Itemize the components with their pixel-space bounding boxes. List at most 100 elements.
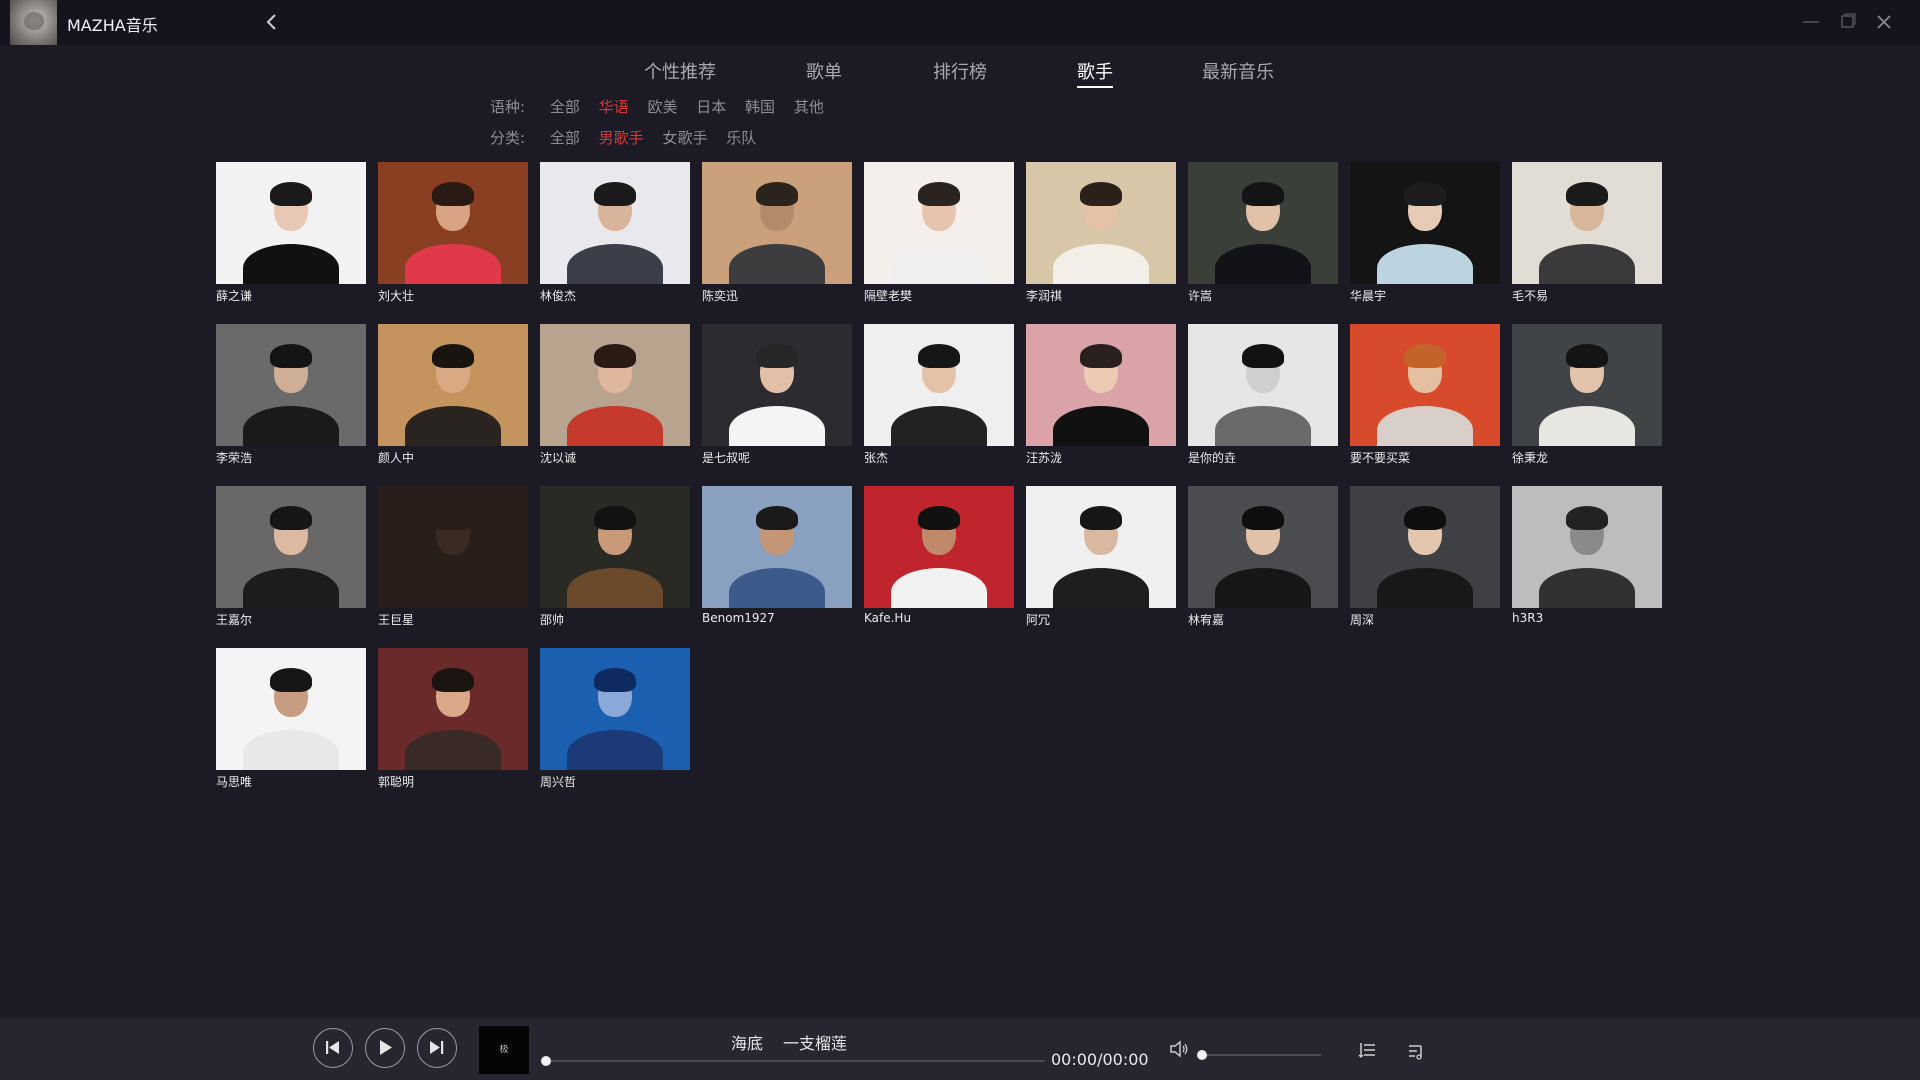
artist-name[interactable]: 许嵩 (1188, 287, 1338, 304)
artist-name[interactable]: 毛不易 (1512, 287, 1662, 304)
artist-name[interactable]: 薛之谦 (216, 287, 366, 304)
artist-card[interactable]: 郭聪明 (378, 648, 528, 789)
artist-photo[interactable] (216, 324, 366, 446)
artist-photo[interactable] (1512, 324, 1662, 446)
previous-track-button[interactable] (313, 1028, 353, 1068)
language-option-other[interactable]: 其他 (794, 96, 824, 117)
artist-card[interactable]: 汪苏泷 (1026, 324, 1176, 466)
artist-photo[interactable] (540, 324, 690, 446)
artist-photo[interactable] (1026, 162, 1176, 284)
volume-knob[interactable] (1197, 1050, 1207, 1060)
artist-card[interactable]: 李荣浩 (216, 324, 366, 466)
artist-card[interactable]: 毛不易 (1512, 162, 1662, 304)
artist-photo[interactable] (540, 486, 690, 608)
artist-card[interactable]: 周兴哲 (540, 648, 690, 790)
artist-photo[interactable] (540, 162, 690, 284)
artist-photo[interactable] (1512, 486, 1662, 608)
maximize-icon[interactable] (1834, 8, 1862, 36)
artist-name[interactable]: 华晨宇 (1350, 287, 1500, 304)
artist-card[interactable]: Kafe.Hu (864, 486, 1014, 626)
artist-name[interactable]: 李润祺 (1026, 287, 1176, 304)
artist-name[interactable]: 马思唯 (216, 773, 366, 790)
artist-photo[interactable] (1512, 162, 1662, 284)
artist-card[interactable]: 颜人中 (378, 324, 528, 466)
language-option-korea[interactable]: 韩国 (745, 96, 775, 117)
tab-charts[interactable]: 排行榜 (933, 58, 987, 84)
language-option-all[interactable]: 全部 (550, 96, 580, 117)
progress-slider[interactable] (541, 1056, 1045, 1066)
artist-name[interactable]: 林俊杰 (540, 287, 690, 304)
artist-name[interactable]: 刘大壮 (378, 287, 528, 304)
artist-photo[interactable] (378, 324, 528, 446)
artist-card[interactable]: 要不要买菜 (1350, 324, 1500, 465)
artist-card[interactable]: 王巨星 (378, 486, 528, 628)
artist-name[interactable]: 林宥嘉 (1188, 611, 1338, 628)
close-icon[interactable] (1870, 8, 1898, 36)
album-cover[interactable]: 极 (479, 1026, 529, 1074)
category-option-female[interactable]: 女歌手 (662, 127, 707, 148)
artist-photo[interactable] (216, 648, 366, 770)
artist-photo[interactable] (216, 162, 366, 284)
artist-photo[interactable] (864, 162, 1014, 284)
back-arrow-icon[interactable] (262, 11, 282, 33)
minimize-icon[interactable] (1797, 8, 1825, 36)
artist-photo[interactable] (378, 162, 528, 284)
language-option-japan[interactable]: 日本 (696, 96, 726, 117)
artist-photo[interactable] (1188, 324, 1338, 446)
artist-name[interactable]: 颜人中 (378, 449, 528, 466)
category-option-male[interactable]: 男歌手 (599, 127, 644, 148)
artist-photo[interactable] (1026, 486, 1176, 608)
artist-name[interactable]: 周深 (1350, 611, 1500, 628)
artist-photo[interactable] (702, 486, 852, 608)
artist-photo[interactable] (378, 648, 528, 770)
artist-photo[interactable] (1026, 324, 1176, 446)
language-option-western[interactable]: 欧美 (647, 96, 677, 117)
category-option-band[interactable]: 乐队 (726, 127, 756, 148)
next-track-button[interactable] (417, 1028, 457, 1068)
artist-card[interactable]: 薛之谦 (216, 162, 366, 304)
tab-artists[interactable]: 歌手 (1077, 58, 1113, 88)
artist-name[interactable]: 李荣浩 (216, 449, 366, 466)
artist-card[interactable]: 徐秉龙 (1512, 324, 1662, 466)
lyrics-icon[interactable] (1404, 1040, 1426, 1062)
artist-photo[interactable] (864, 486, 1014, 608)
artist-card[interactable]: h3R3 (1512, 486, 1662, 626)
play-button[interactable] (365, 1028, 405, 1068)
artist-card[interactable]: 林宥嘉 (1188, 486, 1338, 628)
progress-knob[interactable] (541, 1056, 551, 1066)
artist-name[interactable]: 王巨星 (378, 611, 528, 628)
artist-card[interactable]: 隔壁老樊 (864, 162, 1014, 303)
artist-name[interactable]: 沈以诚 (540, 449, 690, 466)
artist-name[interactable]: 徐秉龙 (1512, 449, 1662, 466)
artist-photo[interactable] (216, 486, 366, 608)
artist-photo[interactable] (1188, 486, 1338, 608)
artist-name[interactable]: 张杰 (864, 449, 1014, 466)
playlist-icon[interactable] (1357, 1040, 1379, 1062)
artist-photo[interactable] (1350, 162, 1500, 284)
artist-photo[interactable] (540, 648, 690, 770)
artist-name[interactable]: h3R3 (1512, 611, 1662, 625)
language-option-chinese[interactable]: 华语 (599, 96, 629, 117)
artist-name[interactable]: 汪苏泷 (1026, 449, 1176, 466)
artist-card[interactable]: 林俊杰 (540, 162, 690, 304)
artist-name[interactable]: 阿冗 (1026, 611, 1176, 628)
volume-icon[interactable] (1168, 1038, 1190, 1060)
artist-name[interactable]: 邵帅 (540, 611, 690, 628)
artist-card[interactable]: 陈奕迅 (702, 162, 852, 304)
artist-card[interactable]: 沈以诚 (540, 324, 690, 466)
artist-card[interactable]: 张杰 (864, 324, 1014, 466)
app-avatar[interactable] (10, 0, 57, 45)
artist-name[interactable]: 王嘉尔 (216, 611, 366, 628)
artist-name[interactable]: 陈奕迅 (702, 287, 852, 304)
artist-photo[interactable] (864, 324, 1014, 446)
volume-slider[interactable] (1197, 1050, 1321, 1060)
tab-playlists[interactable]: 歌单 (806, 58, 842, 84)
artist-card[interactable]: 刘大壮 (378, 162, 528, 304)
artist-name[interactable]: 周兴哲 (540, 773, 690, 790)
artist-card[interactable]: 华晨宇 (1350, 162, 1500, 304)
artist-card[interactable]: Benom1927 (702, 486, 852, 626)
artist-name[interactable]: Benom1927 (702, 611, 852, 625)
artist-card[interactable]: 马思唯 (216, 648, 366, 790)
artist-name[interactable]: 是七叔呢 (702, 449, 852, 466)
category-option-all[interactable]: 全部 (550, 127, 580, 148)
